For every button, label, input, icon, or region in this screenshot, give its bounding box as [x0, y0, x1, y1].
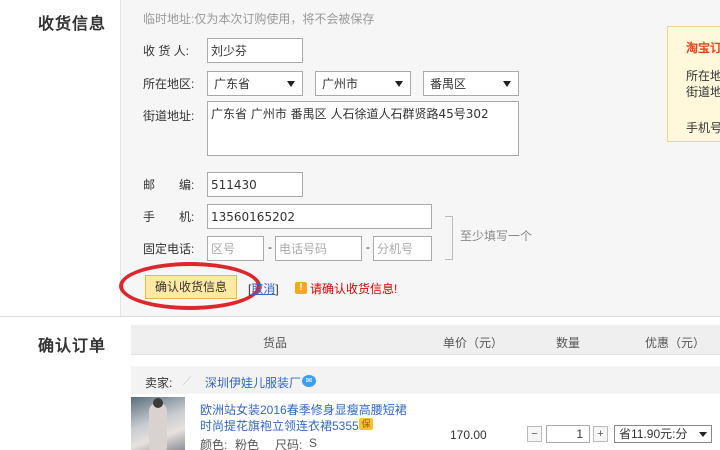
city-value: 广州市 [322, 77, 359, 91]
chevron-down-icon [287, 81, 295, 87]
at-least-one-note: 至少填写一个 [460, 229, 533, 243]
size-label: 尺码: [275, 438, 303, 450]
phone-label: 固定电话: [143, 242, 195, 256]
quantity-minus-button[interactable]: − [527, 426, 542, 442]
chevron-down-icon [503, 81, 511, 87]
temp-address-hint: 临时地址:仅为本次订购使用，将不会被保存 [143, 12, 375, 26]
street-label: 街道地址: [143, 109, 195, 123]
col-header-unit-price: 单价（元） [443, 336, 504, 350]
mobile-input[interactable]: 13560165202 [207, 204, 432, 229]
zip-label: 邮 编: [143, 178, 195, 192]
address-section-title: 收货信息 [38, 16, 107, 33]
seller-label: 卖家: [145, 376, 173, 390]
order-table-header: 货品 单价（元） 数量 优惠（元） [131, 325, 720, 355]
discount-select[interactable]: 省11.90元:分 [614, 425, 712, 443]
product-image-figure [149, 403, 167, 450]
col-header-discount: 优惠（元） [645, 336, 706, 350]
district-value: 番禺区 [430, 77, 467, 91]
seller-row: 卖家: ⟋ 深圳伊娃儿服装厂 ✉ [131, 366, 720, 394]
size-value: S [309, 436, 318, 450]
col-header-item: 货品 [263, 336, 288, 350]
product-image-head [153, 398, 163, 408]
left-column: 收货信息 确认订单 [0, 0, 120, 450]
district-select[interactable]: 番禺区 [423, 71, 519, 96]
tip-line: 所在地 [686, 69, 720, 83]
receiver-input[interactable]: 刘少芬 [207, 38, 303, 63]
discount-value: 省11.90元:分 [619, 427, 688, 441]
confirm-warning-text: 请确认收货信息! [310, 282, 398, 296]
bracket-divider [445, 216, 453, 260]
dash-separator: - [268, 240, 272, 254]
taobao-tip-box: 淘宝订 所在地 街道地 手机号 [667, 26, 720, 142]
seller-name-link[interactable]: 深圳伊娃儿服装厂 [205, 374, 301, 391]
warning-icon: ! [295, 282, 307, 294]
section-divider [0, 316, 720, 317]
chevron-down-icon [699, 432, 707, 437]
zip-input[interactable]: 511430 [207, 172, 303, 197]
order-section-title: 确认订单 [38, 338, 107, 355]
col-header-quantity: 数量 [556, 336, 581, 350]
product-thumbnail[interactable] [131, 397, 185, 450]
province-select[interactable]: 广东省 [207, 71, 303, 96]
street-textarea[interactable]: 广东省 广州市 番禺区 人石徐道人石群贤路45号302 [207, 101, 519, 156]
dash-separator: - [366, 240, 370, 254]
consumer-protection-icon: 保 [359, 418, 373, 430]
cancel-link-wrapper: [取消] [248, 280, 279, 297]
quantity-plus-button[interactable]: + [593, 426, 608, 442]
tip-line: 手机号 [686, 121, 720, 135]
province-value: 广东省 [214, 77, 251, 91]
product-title-line2[interactable]: 时尚提花旗袍立领连衣裙5355 [200, 417, 359, 434]
wangwang-chat-icon[interactable]: ✉ [302, 375, 316, 387]
color-label: 颜色: [200, 438, 228, 450]
cancel-bracket-close: ] [275, 282, 279, 296]
chevron-down-icon [395, 81, 403, 87]
unit-price: 170.00 [450, 428, 487, 442]
confirm-address-button[interactable]: 确认收货信息 [145, 275, 237, 299]
tip-title: 淘宝订 [686, 41, 720, 55]
cancel-link[interactable]: 取消 [251, 282, 275, 296]
extension-input[interactable]: 分机号 [373, 236, 432, 261]
phone-number-input[interactable]: 电话号码 [275, 236, 362, 261]
quantity-input[interactable]: 1 [546, 425, 590, 443]
color-value: 粉色 [235, 438, 260, 450]
mobile-label: 手 机: [143, 210, 195, 224]
receiver-label: 收 货 人: [143, 44, 190, 58]
tip-line: 街道地 [686, 85, 720, 99]
area-code-input[interactable]: 区号 [207, 236, 264, 261]
seller-divider-icon: ⟋ [183, 374, 192, 388]
product-title-line1[interactable]: 欧洲站女装2016春季修身显瘦高腰短裙 [200, 401, 407, 418]
region-label: 所在地区: [143, 77, 195, 91]
city-select[interactable]: 广州市 [315, 71, 411, 96]
